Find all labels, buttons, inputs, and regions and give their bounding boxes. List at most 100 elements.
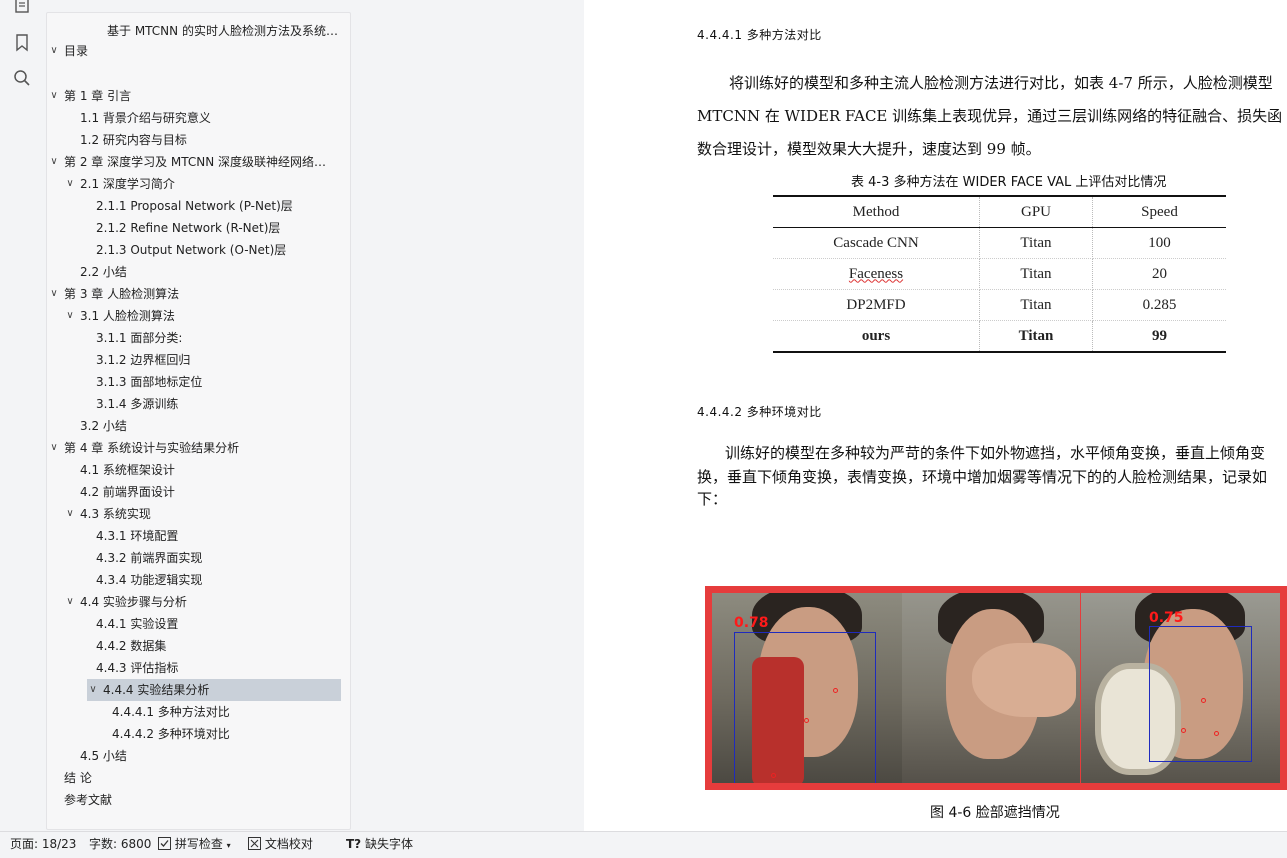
chevron-down-icon[interactable]: ∨ (64, 503, 76, 525)
page-indicator[interactable]: 页面: 18/23 (10, 832, 76, 856)
confidence-score: 0.78 (734, 615, 769, 631)
figure-caption: 图 4-6 脸部遮挡情况 (930, 805, 1060, 821)
bookmark-icon[interactable] (12, 32, 32, 52)
table-cell: 100 (1092, 227, 1226, 259)
table-cell: 20 (1092, 258, 1226, 290)
nav-item-label: 2.1.1 Proposal Network (P-Net)层 (96, 199, 293, 213)
chevron-down-icon[interactable]: ∨ (48, 283, 60, 305)
nav-item-label: 4.3 系统实现 (80, 507, 151, 521)
nav-item-label: 4.4.4.1 多种方法对比 (112, 705, 230, 719)
document-title[interactable]: 基于 MTCNN 的实时人脸检测方法及系统设计与实现 (107, 22, 339, 39)
nav-item-label: 3.1.3 面部地标定位 (96, 375, 203, 389)
nav-item-label: 4.2 前端界面设计 (80, 485, 175, 499)
chevron-down-icon[interactable]: ∨ (64, 591, 76, 613)
nav-item-label: 4.4.3 评估指标 (96, 661, 179, 675)
table-cell: Titan (979, 289, 1093, 321)
paragraph-line: MTCNN 在 WIDER FACE 训练集上表现优异，通过三层训练网络的特征融… (697, 107, 1283, 125)
nav-item-label: 3.2 小结 (80, 419, 127, 433)
nav-item-label: 4.5 小结 (80, 749, 127, 763)
detection-box (734, 632, 876, 783)
figure-occlusion: 0.78 0.75 (705, 586, 1287, 790)
nav-item-label: 第 2 章 深度学习及 MTCNN 深度级联神经网络理论 (64, 155, 331, 169)
nav-item-label: 3.1 人脸检测算法 (80, 309, 175, 323)
nav-item-label: 2.1.3 Output Network (O-Net)层 (96, 243, 287, 257)
paragraph-line: 将训练好的模型和多种主流人脸检测方法进行对比，如表 4-7 所示，人脸检测模型 (729, 74, 1273, 92)
table-cell: Titan (979, 258, 1093, 290)
page-gutter (352, 0, 584, 831)
chevron-down-icon[interactable]: ∨ (64, 305, 76, 327)
search-icon[interactable] (12, 68, 32, 88)
table-header: Speed (1092, 195, 1226, 228)
table-row: DP2MFD Titan 0.285 (773, 289, 1226, 321)
check-box-icon (158, 837, 171, 850)
paragraph-line: 下： (697, 490, 728, 508)
missing-fonts-button[interactable]: T? 缺失字体 (346, 832, 413, 856)
chevron-down-icon[interactable]: ∨ (64, 173, 76, 195)
doc-check-button[interactable]: 文档校对 (248, 832, 313, 856)
confidence-score: 0.75 (1149, 610, 1184, 626)
nav-item-label: 4.4.2 数据集 (96, 639, 167, 653)
nav-item-label: 3.1.2 边界框回归 (96, 353, 191, 367)
table-cell: Titan (979, 320, 1093, 353)
nav-item-label: 目录 (64, 44, 89, 58)
nav-item-label: 4.3.4 功能逻辑实现 (96, 573, 203, 587)
comparison-table: Method GPU Speed Cascade CNN Titan 100 F… (773, 195, 1226, 353)
chevron-down-icon: ▾ (226, 841, 231, 850)
nav-item-label: 4.4.1 实验设置 (96, 617, 179, 631)
nav-item-label: 第 4 章 系统设计与实验结果分析 (64, 441, 240, 455)
nav-item-label: 4.4.4.2 多种环境对比 (112, 727, 230, 741)
nav-item-label: 4.1 系统框架设计 (80, 463, 175, 477)
table-header: Method (773, 195, 980, 228)
photo-frame (902, 593, 1080, 783)
table-header: GPU (979, 195, 1093, 228)
chevron-down-icon[interactable]: ∨ (48, 437, 60, 459)
table-cell: 0.285 (1092, 289, 1226, 321)
table-row: Cascade CNN Titan 100 (773, 227, 1226, 259)
photo-frame: 0.78 (712, 593, 902, 783)
table-cell: Cascade CNN (773, 227, 980, 259)
hand-occluder (972, 643, 1076, 717)
nav-item-label: 结 论 (64, 771, 92, 785)
missing-fonts-label: 缺失字体 (364, 837, 413, 851)
photo-frame: 0.75 (1081, 593, 1280, 783)
detection-box (1149, 626, 1252, 762)
spellcheck-button[interactable]: 拼写检查 ▾ (158, 832, 231, 858)
paragraph-line: 训练好的模型在多种较为严苛的条件下如外物遮挡，水平倾角变换，垂直上倾角变 (725, 444, 1266, 462)
navigation-pane: 基于 MTCNN 的实时人脸检测方法及系统设计与实现 ∨ 目录 ∨ 第 1 章 引言 1… (46, 12, 351, 830)
nav-item-label: 3.1.1 面部分类: (96, 331, 183, 345)
section-heading: 4.4.4.2 多种环境对比 (697, 405, 822, 419)
document-page: 4.4.4.1 多种方法对比 将训练好的模型和多种主流人脸检测方法进行对比，如表… (584, 0, 1287, 831)
nav-item-label: 2.1 深度学习简介 (80, 177, 175, 191)
status-bar: 页面: 18/23 字数: 6800 拼写检查 ▾ 文档校对 T? 缺失字体 (0, 831, 1287, 856)
chevron-down-icon[interactable]: ∨ (87, 679, 99, 701)
table-row: ours Titan 99 (773, 320, 1226, 353)
left-toolbar (0, 0, 44, 831)
nav-item-label: 4.3.1 环境配置 (96, 529, 179, 543)
doc-check-label: 文档校对 (264, 837, 313, 851)
chevron-down-icon[interactable]: ∨ (48, 151, 60, 173)
clipboard-icon[interactable] (12, 0, 32, 14)
table-cell: Faceness (773, 258, 980, 290)
nav-item[interactable]: ∨ 4.4.4 实验结果分析 (87, 679, 341, 701)
nav-item-label: 1.1 背景介绍与研究意义 (80, 111, 211, 125)
nav-item-label: 2.1.2 Refine Network (R-Net)层 (96, 221, 281, 235)
nav-item-label: 1.2 研究内容与目标 (80, 133, 187, 147)
paragraph-line: 数合理设计，模型效果大大提升，速度达到 99 帧。 (697, 140, 1041, 158)
nav-item-label: 4.3.2 前端界面实现 (96, 551, 203, 565)
word-count[interactable]: 字数: 6800 (89, 832, 151, 856)
doc-check-icon (248, 837, 261, 850)
paragraph-line: 换，垂直下倾角变换，表情变换，环境中增加烟雾等情况下的的人脸检测结果，记录如 (697, 468, 1268, 486)
table-cell: Titan (979, 227, 1093, 259)
nav-item-label: 参考文献 (64, 793, 113, 807)
nav-item-label: 第 3 章 人脸检测算法 (64, 287, 180, 301)
chevron-down-icon[interactable]: ∨ (48, 85, 60, 107)
nav-item-label: 第 1 章 引言 (64, 89, 132, 103)
nav-item-label: 4.4.4 实验结果分析 (103, 683, 210, 697)
section-heading: 4.4.4.1 多种方法对比 (697, 28, 822, 42)
missing-font-icon: T? (346, 837, 362, 851)
table-cell: 99 (1092, 320, 1226, 353)
spellcheck-word[interactable]: Faceness (849, 266, 903, 282)
nav-item-label: 4.4 实验步骤与分析 (80, 595, 187, 609)
chevron-down-icon[interactable]: ∨ (48, 40, 60, 62)
spellcheck-label: 拼写检查 (174, 837, 223, 851)
